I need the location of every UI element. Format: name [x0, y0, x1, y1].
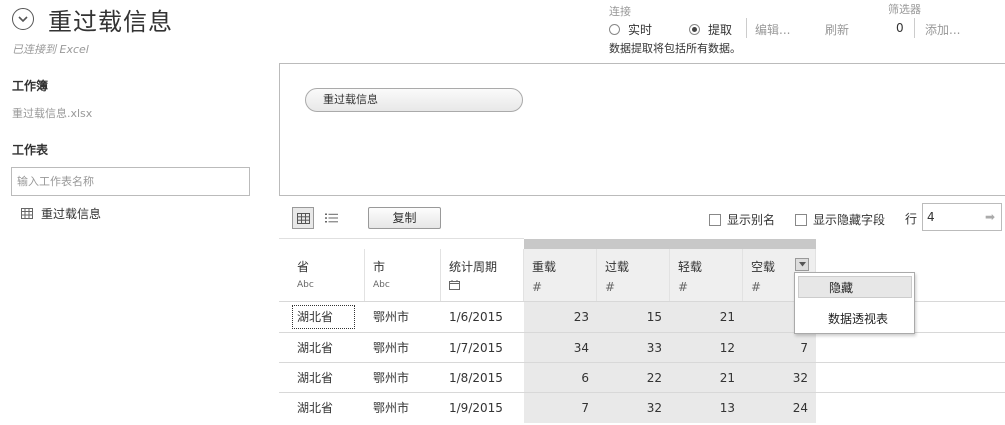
table-cell[interactable]: 7 [524, 393, 597, 423]
join-canvas[interactable] [279, 63, 1005, 196]
divider [746, 18, 747, 38]
column-header-light[interactable]: 轻载 # [670, 249, 743, 301]
table-cell[interactable]: 24 [743, 393, 816, 423]
table-cell[interactable]: 32 [743, 363, 816, 393]
table-cell[interactable]: 湖北省 [289, 393, 365, 423]
column-header-heavy[interactable]: 重载 # [524, 249, 597, 301]
filters-count: 0 [896, 21, 904, 35]
copy-button[interactable]: 复制 [368, 207, 441, 229]
table-cell[interactable]: 1/9/2015 [441, 393, 524, 423]
measure-columns-bar [524, 239, 816, 249]
table-cell[interactable]: 15 [597, 302, 670, 332]
live-radio-label: 实时 [628, 23, 653, 37]
show-alias-checkbox[interactable]: 显示别名 [709, 211, 775, 228]
workbook-file: 重过载信息.xlsx [12, 107, 93, 120]
column-header-period[interactable]: 统计周期 [441, 249, 524, 301]
rows-label: 行 [905, 212, 918, 226]
checkbox-box [709, 213, 721, 226]
table-cell[interactable]: 21 [670, 363, 743, 393]
column-menu-dropdown[interactable] [795, 258, 809, 271]
divider [914, 18, 915, 38]
show-alias-label: 显示别名 [727, 213, 776, 227]
table-cell[interactable]: 33 [597, 333, 670, 363]
table-cell[interactable]: 23 [524, 302, 597, 332]
column-header-city[interactable]: 市 Abc [365, 249, 441, 301]
table-pill[interactable]: 重过载信息 [305, 88, 523, 112]
sheet-item-label: 重过载信息 [41, 207, 102, 221]
datasource-title-bar: 重过载信息 [12, 2, 173, 37]
sheets-heading: 工作表 [12, 143, 49, 157]
live-radio-dot [609, 24, 620, 35]
number-type-icon[interactable]: # [678, 280, 742, 294]
table-cell[interactable]: 22 [597, 363, 670, 393]
table-cell[interactable]: 32 [597, 393, 670, 423]
show-hidden-label: 显示隐藏字段 [813, 213, 886, 227]
column-name: 市 [373, 260, 386, 274]
table-cell[interactable]: 鄂州市 [365, 333, 441, 363]
live-radio[interactable]: 实时 [609, 21, 652, 38]
column-name: 轻载 [678, 260, 703, 274]
column-name: 过载 [605, 260, 630, 274]
table-cell[interactable]: 1/6/2015 [441, 302, 524, 332]
extract-radio-label: 提取 [708, 23, 733, 37]
column-header-overload[interactable]: 过载 # [597, 249, 670, 301]
refresh-button[interactable]: 刷新 [825, 21, 849, 38]
list-view-button[interactable] [320, 207, 342, 229]
extract-note: 数据提取将包括所有数据。 [609, 42, 741, 55]
collapse-chevron-icon[interactable] [12, 8, 34, 30]
show-hidden-checkbox[interactable]: 显示隐藏字段 [795, 211, 885, 228]
table-cell[interactable]: 12 [670, 333, 743, 363]
grid-view-button[interactable] [292, 207, 314, 229]
checkbox-box [795, 213, 807, 226]
extract-radio-dot [689, 24, 700, 35]
column-context-menu: 隐藏 数据透视表 [794, 272, 915, 334]
table-cell[interactable]: 13 [670, 393, 743, 423]
table-cell[interactable]: 鄂州市 [365, 393, 441, 423]
datasource-title[interactable]: 重过载信息 [48, 2, 173, 37]
menu-item-pivot[interactable]: 数据透视表 [798, 308, 912, 330]
table-cell[interactable]: 湖北省 [289, 302, 358, 332]
grid-top-border [279, 238, 524, 239]
column-name: 重载 [532, 260, 557, 274]
column-name: 省 [297, 260, 310, 274]
calendar-icon[interactable] [449, 280, 523, 293]
table-cell[interactable]: 1/8/2015 [441, 363, 524, 393]
filters-label: 筛选器 [888, 3, 921, 16]
column-header-province[interactable]: 省 Abc [289, 249, 365, 301]
table-cell[interactable]: 7 [743, 333, 816, 363]
workbook-heading: 工作簿 [12, 79, 49, 93]
column-name: 统计周期 [449, 260, 498, 274]
table-cell[interactable]: 湖北省 [289, 363, 365, 393]
rows-apply-arrow-icon[interactable]: ➡ [985, 210, 995, 224]
list-view-icon [324, 213, 338, 223]
number-type-icon[interactable]: # [532, 280, 596, 294]
extract-radio[interactable]: 提取 [689, 21, 732, 38]
edit-button[interactable]: 编辑... [755, 21, 790, 38]
sheet-grid-icon [21, 208, 33, 219]
table-cell[interactable]: 6 [524, 363, 597, 393]
table-cell[interactable]: 湖北省 [289, 333, 365, 363]
connection-label: 连接 [609, 5, 631, 18]
sheet-search-input[interactable] [11, 167, 250, 196]
table-cell[interactable]: 1/7/2015 [441, 333, 524, 363]
table-cell[interactable]: 34 [524, 333, 597, 363]
string-type-icon[interactable]: Abc [373, 280, 440, 290]
table-cell[interactable]: 21 [670, 302, 743, 332]
string-type-icon[interactable]: Abc [297, 280, 364, 290]
menu-item-hide[interactable]: 隐藏 [798, 276, 912, 298]
grid-view-icon [296, 212, 310, 224]
number-type-icon[interactable]: # [605, 280, 669, 294]
table-cell[interactable]: 鄂州市 [365, 363, 441, 393]
sheet-item[interactable]: 重过载信息 [21, 205, 101, 222]
connection-status: 已连接到 Excel [12, 43, 89, 56]
add-filter-button[interactable]: 添加... [925, 21, 960, 38]
table-cell[interactable]: 鄂州市 [365, 302, 441, 332]
chevron-down-icon [798, 262, 806, 267]
